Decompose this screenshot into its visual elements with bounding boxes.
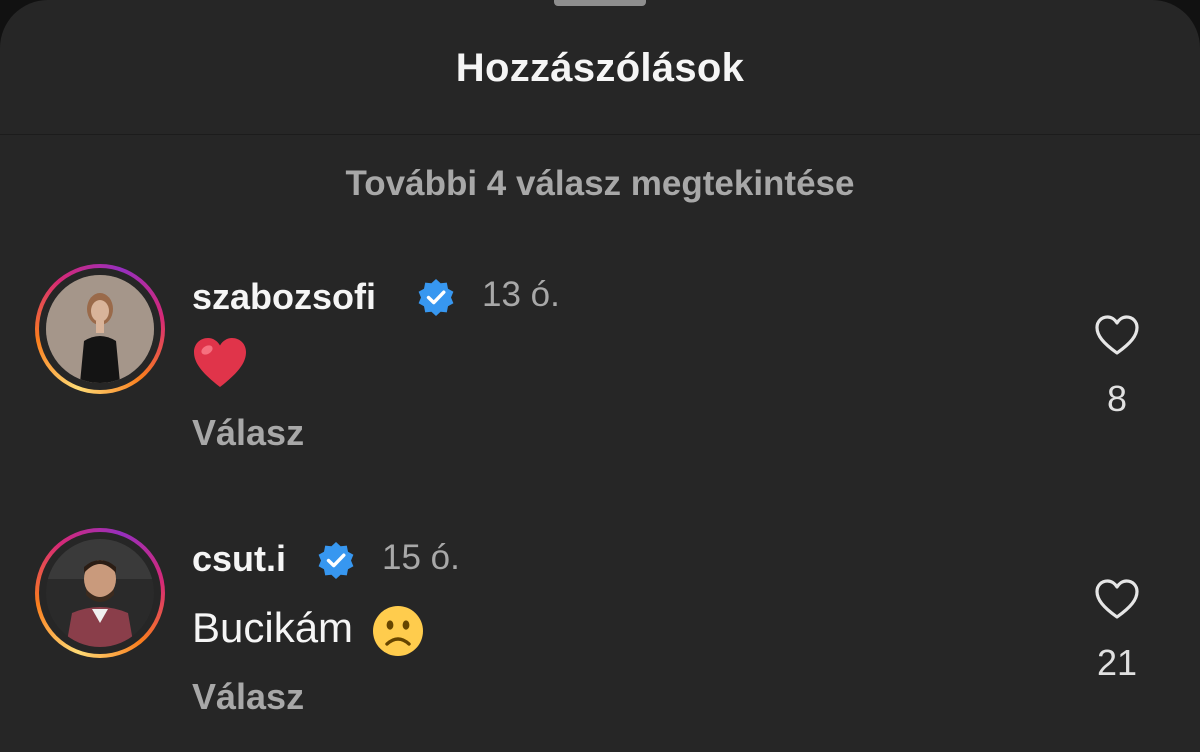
sheet-title: Hozzászólások bbox=[455, 46, 745, 90]
header-divider bbox=[0, 134, 1200, 135]
avatar-story-ring[interactable] bbox=[35, 528, 165, 658]
frowning-face-icon bbox=[372, 606, 423, 656]
comment-text bbox=[192, 336, 248, 389]
view-more-replies-link[interactable]: További 4 válasz megtekintése bbox=[0, 164, 1200, 204]
like-count: 8 bbox=[1106, 378, 1128, 419]
verified-badge-icon bbox=[318, 542, 354, 579]
comment-timestamp: 13 ó. bbox=[482, 275, 560, 314]
reply-button[interactable]: Válasz bbox=[192, 412, 304, 454]
verified-badge-icon bbox=[418, 279, 454, 316]
reply-button[interactable]: Válasz bbox=[192, 676, 304, 718]
avatar-story-ring[interactable] bbox=[35, 264, 165, 394]
like-count: 21 bbox=[1096, 642, 1138, 683]
heart-outline-icon[interactable] bbox=[1094, 578, 1140, 620]
heart-outline-icon[interactable] bbox=[1094, 314, 1140, 356]
comment-text-body: Bucikám bbox=[192, 604, 354, 652]
comment-username[interactable]: szabozsofi bbox=[192, 276, 376, 318]
comment-username[interactable]: csut.i bbox=[192, 538, 286, 580]
avatar bbox=[46, 275, 154, 383]
comments-sheet: Hozzászólások További 4 válasz megtekint… bbox=[0, 0, 1200, 752]
red-heart-icon bbox=[194, 337, 246, 387]
drag-handle[interactable] bbox=[554, 0, 646, 6]
avatar-photo bbox=[46, 539, 154, 647]
avatar bbox=[46, 539, 154, 647]
comment-timestamp: 15 ó. bbox=[382, 538, 460, 577]
avatar-photo bbox=[46, 275, 154, 383]
comment-text: Bucikám bbox=[192, 604, 425, 658]
